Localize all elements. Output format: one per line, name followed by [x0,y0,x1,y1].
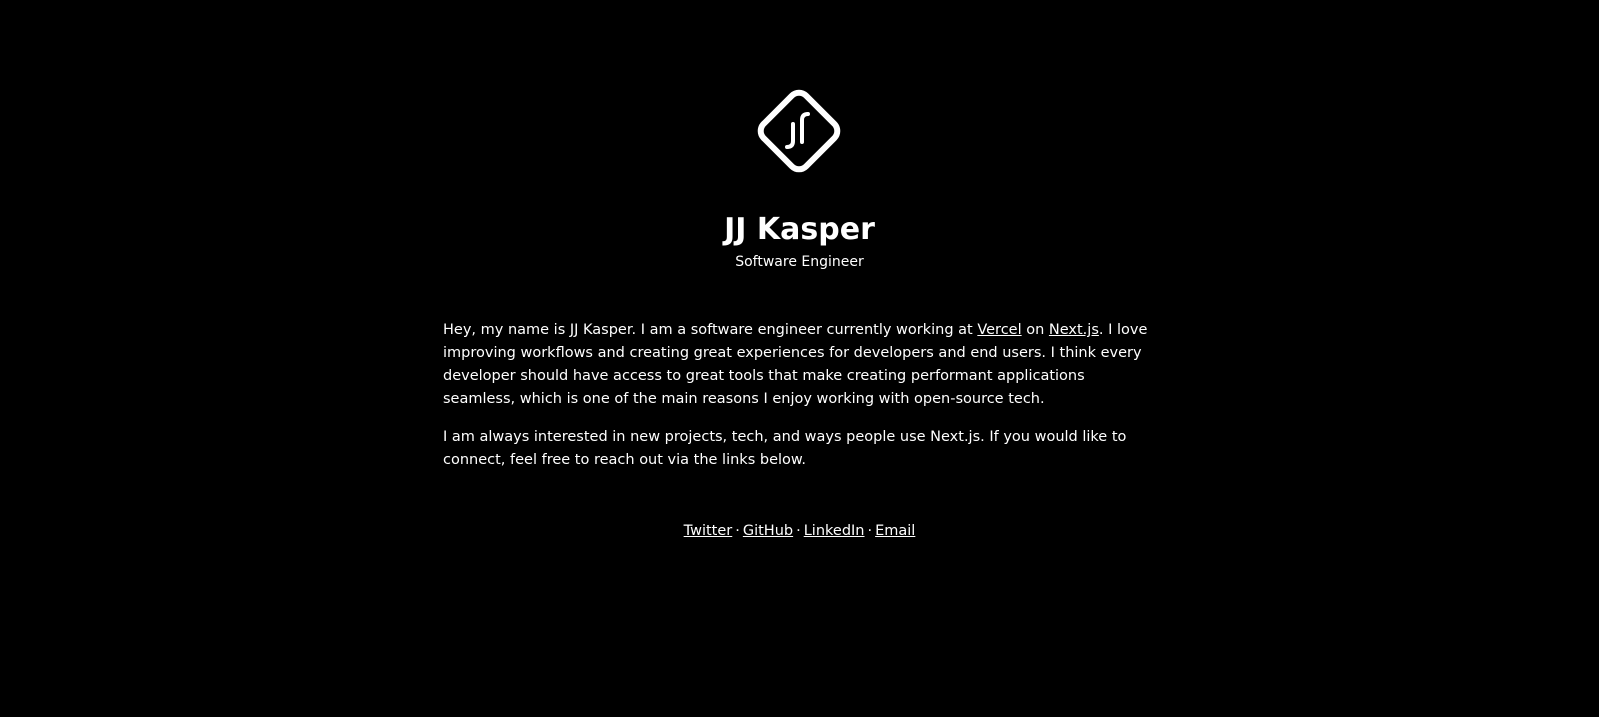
email-link[interactable]: Email [875,523,915,539]
link-separator: · [867,523,873,539]
bio-text: on [1021,322,1049,338]
page-title: JJ Kasper [724,212,875,247]
twitter-link[interactable]: Twitter [684,523,733,539]
nextjs-link[interactable]: Next.js [1049,322,1099,338]
page: JJ Kasper Software Engineer Hey, my name… [0,0,1599,717]
jj-diamond-logo-icon [757,89,841,173]
vercel-link[interactable]: Vercel [977,322,1021,338]
bio-paragraph-2: I am always interested in new projects, … [443,429,1127,468]
social-links: Twitter · GitHub · LinkedIn · Email [0,520,1599,542]
job-title: Software Engineer [735,254,864,270]
linkedin-link[interactable]: LinkedIn [804,523,865,539]
bio-text: Hey, my name is JJ Kasper. I am a softwa… [443,322,978,338]
link-separator: · [735,523,740,539]
github-link[interactable]: GitHub [743,523,793,539]
bio-section: Hey, my name is JJ Kasper. I am a softwa… [443,319,1157,487]
bio-paragraph-1: Hey, my name is JJ Kasper. I am a softwa… [443,319,1157,411]
link-separator: · [796,523,801,539]
